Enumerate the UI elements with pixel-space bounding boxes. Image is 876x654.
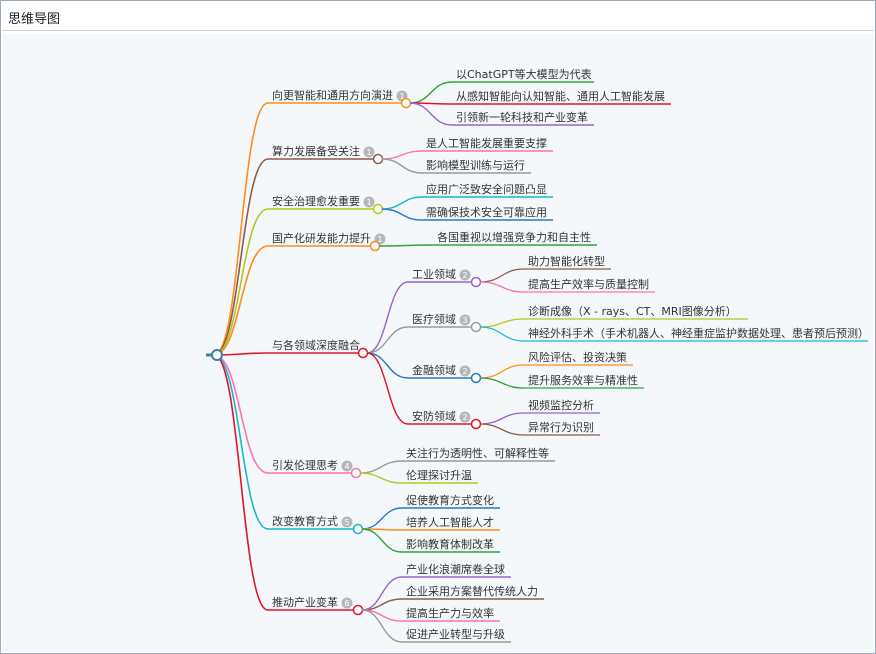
child-label[interactable]: 应用广泛致安全问题凸显 [426,182,547,196]
child-connector [381,150,423,160]
branch-connector [213,354,269,474]
domain-toggle[interactable] [470,321,482,333]
child-connector [366,352,409,379]
child-label[interactable]: 需确保技术安全可靠应用 [426,205,547,219]
branch-label[interactable]: 改变教育方式 [272,514,338,528]
domain-label[interactable]: 工业领域 [412,268,456,281]
leaf-label[interactable]: 提升服务效率与精准性 [528,373,638,387]
child-label[interactable]: 从感知智能向认知智能、通用人工智能发展 [456,89,665,103]
leaf-label[interactable]: 异常行为识别 [528,421,594,434]
title-bar: 思维导图 [2,2,874,31]
branch-connector [213,354,269,611]
branch-toggle[interactable] [352,523,364,535]
branch-connector [213,354,269,530]
mindmap-svg[interactable]: 向更智能和通用方向演进 1 以ChatGPT等大模型为代表从感知智能向认知智能、通用… [2,34,874,652]
leaf-connector [479,281,525,293]
child-connector [409,81,453,104]
window-title: 思维导图 [8,12,61,27]
leaf-label[interactable]: 诊断成像（X - rays、CT、MRI图像分析） [528,304,737,318]
child-label[interactable]: 促进产业转型与升级 [406,627,505,641]
branch-toggle[interactable] [400,97,412,109]
child-label[interactable]: 是人工智能发展重要支撑 [426,136,547,150]
branch-label[interactable]: 向更智能和通用方向演进 [272,88,393,102]
leaf-label[interactable]: 视频监控分析 [528,398,594,412]
branch-label[interactable]: 与各领域深度融合 [272,338,360,352]
domain-toggle[interactable] [470,418,482,430]
leaf-connector [479,412,525,425]
count-badge-text: 4 [344,462,349,471]
branch-toggle[interactable] [350,467,362,479]
leaf-connector [479,423,525,436]
branch-toggle[interactable] [372,203,384,215]
branch-label[interactable]: 国产化研发能力提升 [272,231,371,245]
child-label[interactable]: 以ChatGPT等大模型为代表 [456,67,592,81]
child-connector [381,158,423,174]
branch-toggle[interactable] [369,240,381,252]
child-connector [359,472,403,484]
leaf-label[interactable]: 神经外科手术（手术机器人、神经重症监护数据处理、患者预后预测） [528,326,869,340]
child-label[interactable]: 各国重视以增强竞争力和自主性 [437,230,591,244]
child-label[interactable]: 培养人工智能人才 [406,515,494,529]
branch-label[interactable]: 安全治理愈发重要 [272,194,360,208]
mindmap-canvas[interactable]: 向更智能和通用方向演进 1 以ChatGPT等大模型为代表从感知智能向认知智能、通用… [2,34,874,652]
domain-toggle[interactable] [470,276,482,288]
count-badge-text: 3 [462,316,467,325]
count-badge-text: 1 [366,198,371,207]
child-connector [409,102,453,126]
count-badge-text: 5 [344,518,349,527]
child-connector [366,281,409,354]
child-connector [361,528,403,553]
child-label[interactable]: 关注行为透明性、可解释性等 [406,446,549,460]
branch-label[interactable]: 推动产业变革 [272,595,338,609]
leaf-connector [479,364,525,379]
domain-toggle[interactable] [470,372,482,384]
child-label[interactable]: 企业采用方案替代传统人力 [406,584,538,598]
count-badge-text: 2 [462,271,467,280]
domain-label[interactable]: 医疗领域 [412,312,456,326]
branch-connector [213,102,269,356]
child-label[interactable]: 引领新一轮科技和产业变革 [456,110,588,124]
child-connector [381,208,423,221]
leaf-label[interactable]: 助力智能化转型 [528,254,605,268]
child-label[interactable]: 影响模型训练与运行 [426,158,525,172]
child-label[interactable]: 影响教育体制改革 [406,537,494,551]
branch-label[interactable]: 算力发展备受关注 [272,144,360,158]
count-badge-text: 2 [462,413,467,422]
domain-label[interactable]: 安防领域 [412,409,456,423]
branch-label[interactable]: 引发伦理思考 [272,458,338,472]
count-badge-text: 6 [344,599,349,608]
mindmap-window: 思维导图 向更智能和通用方向演进 1 以ChatGPT等大模型为代表从感知智能向认知… [0,0,876,654]
child-label[interactable]: 提高生产力与效率 [406,606,494,620]
branch-toggle[interactable] [372,153,384,165]
child-connector [359,460,403,474]
branch-connector [213,158,269,356]
root-node[interactable] [211,349,223,361]
child-connector [381,196,423,210]
leaf-connector [479,326,525,342]
child-label[interactable]: 促使教育方式变化 [406,493,494,507]
child-connector [378,244,434,247]
domain-label[interactable]: 金融领域 [412,363,456,377]
child-connector [361,507,403,530]
leaf-connector [479,318,525,328]
leaf-label[interactable]: 提高生产效率与质量控制 [528,277,649,291]
count-badge-text: 2 [462,367,467,376]
child-label[interactable]: 产业化浪潮席卷全球 [406,562,505,576]
child-connector [366,326,409,354]
count-badge-text: 1 [366,148,371,157]
leaf-label[interactable]: 风险评估、投资决策 [528,350,627,364]
leaf-connector [479,377,525,389]
child-label[interactable]: 伦理探讨升温 [406,468,472,482]
branch-toggle[interactable] [357,347,369,359]
child-connector [366,352,409,425]
leaf-connector [479,268,525,283]
branch-toggle[interactable] [352,604,364,616]
